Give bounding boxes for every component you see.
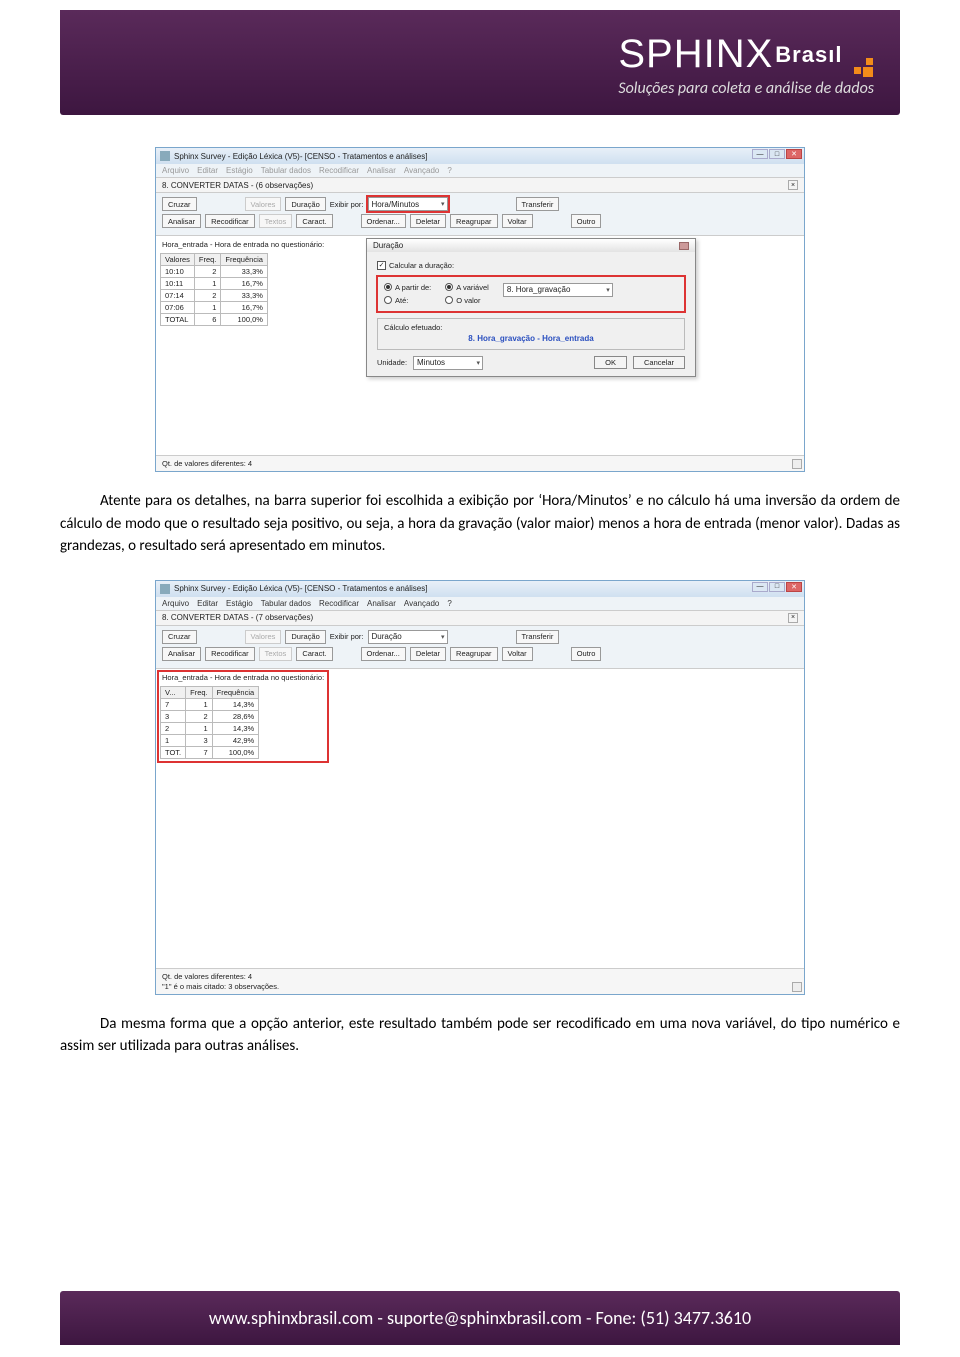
unidade-combo[interactable]: Minutos [413,356,483,370]
exibir-por-label: Exibir por: [330,632,364,641]
checkbox-icon[interactable]: ✓ [377,261,386,270]
valores-button: Valores [245,197,282,211]
menubar[interactable]: ArquivoEditarEstágioTabular dadosRecodif… [156,164,804,177]
minimize-icon[interactable]: — [752,149,768,159]
outro-button[interactable]: Outro [571,214,602,228]
data-table: ValoresFreq.Frequência 10:10233,3% 10:11… [160,253,268,326]
app-icon [160,151,170,161]
window-titlebar: Sphinx Survey - Edição Léxica (V5)- [CEN… [156,148,804,164]
tab-close-icon[interactable]: × [788,613,798,623]
table-row: 10:10233,3% [161,266,268,278]
close-icon[interactable]: ✕ [786,582,802,592]
screenshot-2: Sphinx Survey - Edição Léxica (V5)- [CEN… [155,580,805,995]
paragraph-2: Da mesma forma que a opção anterior, est… [60,1013,900,1058]
valores-button: Valores [245,630,282,644]
recodificar-button[interactable]: Recodificar [205,647,255,661]
scroll-handle-icon[interactable] [792,982,802,992]
exibir-por-combo[interactable]: Hora/Minutos [368,197,448,211]
exibir-por-combo[interactable]: Duração [368,630,448,644]
table-row: 07:06116,7% [161,302,268,314]
status-text: Qt. de valores diferentes: 4 [162,459,798,468]
cruzar-button[interactable]: Cruzar [162,630,197,644]
dialog-icon [679,242,689,250]
unidade-label: Unidade: [377,358,407,367]
minimize-icon[interactable]: — [752,582,768,592]
deletar-button[interactable]: Deletar [410,647,446,661]
variavel-combo[interactable]: 8. Hora_gravação [503,283,613,297]
dialog-title: Duração [373,241,403,250]
paragraph-1: Atente para os detalhes, na barra superi… [60,490,900,558]
radio-ate[interactable] [384,296,392,304]
brand-primary: SPHINX [618,32,773,77]
menubar[interactable]: ArquivoEditarEstágioTabular dadosRecodif… [156,597,804,610]
exibir-por-label: Exibir por: [330,200,364,209]
close-icon[interactable]: ✕ [786,149,802,159]
table-row: TOT.7100,0% [161,746,259,758]
ordenar-button[interactable]: Ordenar... [361,647,406,661]
maximize-icon[interactable]: □ [769,149,785,159]
textos-button: Textos [259,647,293,661]
radio-variavel[interactable] [445,283,453,291]
window-titlebar: Sphinx Survey - Edição Léxica (V5)- [CEN… [156,581,804,597]
tab-label[interactable]: 8. CONVERTER DATAS - (7 observações) [162,613,313,622]
brand-tagline: Soluções para coleta e análise de dados [618,79,874,98]
brand-secondary: Brasıl [775,42,842,68]
table-row: 10:11116,7% [161,278,268,290]
screenshot-1: Sphinx Survey - Edição Léxica (V5)- [CEN… [155,147,805,472]
recodificar-button[interactable]: Recodificar [205,214,255,228]
caract-button[interactable]: Caract. [296,214,332,228]
tab-close-icon[interactable]: × [788,180,798,190]
section-header: Hora_entrada - Hora de entrada no questi… [158,671,328,684]
duracao-dialog: Duração ✓Calcular a duração: A partir de… [366,238,696,377]
textos-button: Textos [259,214,293,228]
calc-expression: 8. Hora_gravação - Hora_entrada [384,332,678,345]
cruzar-button[interactable]: Cruzar [162,197,197,211]
ordenar-button[interactable]: Ordenar... [361,214,406,228]
transferir-button[interactable]: Transferir [516,630,560,644]
radio-valor[interactable] [445,296,453,304]
footer-banner: www.sphinxbrasil.com - suporte@sphinxbra… [60,1291,900,1345]
ok-button[interactable]: OK [594,356,627,369]
caract-button[interactable]: Caract. [296,647,332,661]
status-text-2: "1" é o mais citado: 3 observações. [162,982,798,991]
deletar-button[interactable]: Deletar [410,214,446,228]
duracao-button[interactable]: Duração [285,630,325,644]
app-icon [160,584,170,594]
analisar-button[interactable]: Analisar [162,647,201,661]
header-banner: SPHINX Brasıl Soluções para coleta e aná… [60,10,900,115]
tab-label[interactable]: 8. CONVERTER DATAS - (6 observações) [162,181,313,190]
table-row: 07:14233,3% [161,290,268,302]
brand-squares-icon [854,58,873,77]
voltar-button[interactable]: Voltar [502,647,533,661]
voltar-button[interactable]: Voltar [502,214,533,228]
table-row: 2114,3% [161,722,259,734]
maximize-icon[interactable]: □ [769,582,785,592]
table-row: 3228,6% [161,710,259,722]
calc-label: Cálculo efetuado: [384,323,678,332]
transferir-button[interactable]: Transferir [516,197,560,211]
window-title: Sphinx Survey - Edição Léxica (V5)- [CEN… [174,152,427,161]
reagrupar-button[interactable]: Reagrupar [450,647,497,661]
table-row: TOTAL6100,0% [161,314,268,326]
cancelar-button[interactable]: Cancelar [633,356,685,369]
scroll-handle-icon[interactable] [792,459,802,469]
table-row: 7114,3% [161,698,259,710]
reagrupar-button[interactable]: Reagrupar [450,214,497,228]
calcular-label: Calcular a duração: [389,261,454,270]
data-table: V...Freq.Frequência 7114,3% 3228,6% 2114… [160,686,259,759]
status-text-1: Qt. de valores diferentes: 4 [162,972,798,981]
outro-button[interactable]: Outro [571,647,602,661]
radio-apartir[interactable] [384,283,392,291]
window-title: Sphinx Survey - Edição Léxica (V5)- [CEN… [174,584,427,593]
analisar-button[interactable]: Analisar [162,214,201,228]
footer-text: www.sphinxbrasil.com - suporte@sphinxbra… [209,1307,751,1329]
duracao-button[interactable]: Duração [285,197,325,211]
table-row: 1342,9% [161,734,259,746]
